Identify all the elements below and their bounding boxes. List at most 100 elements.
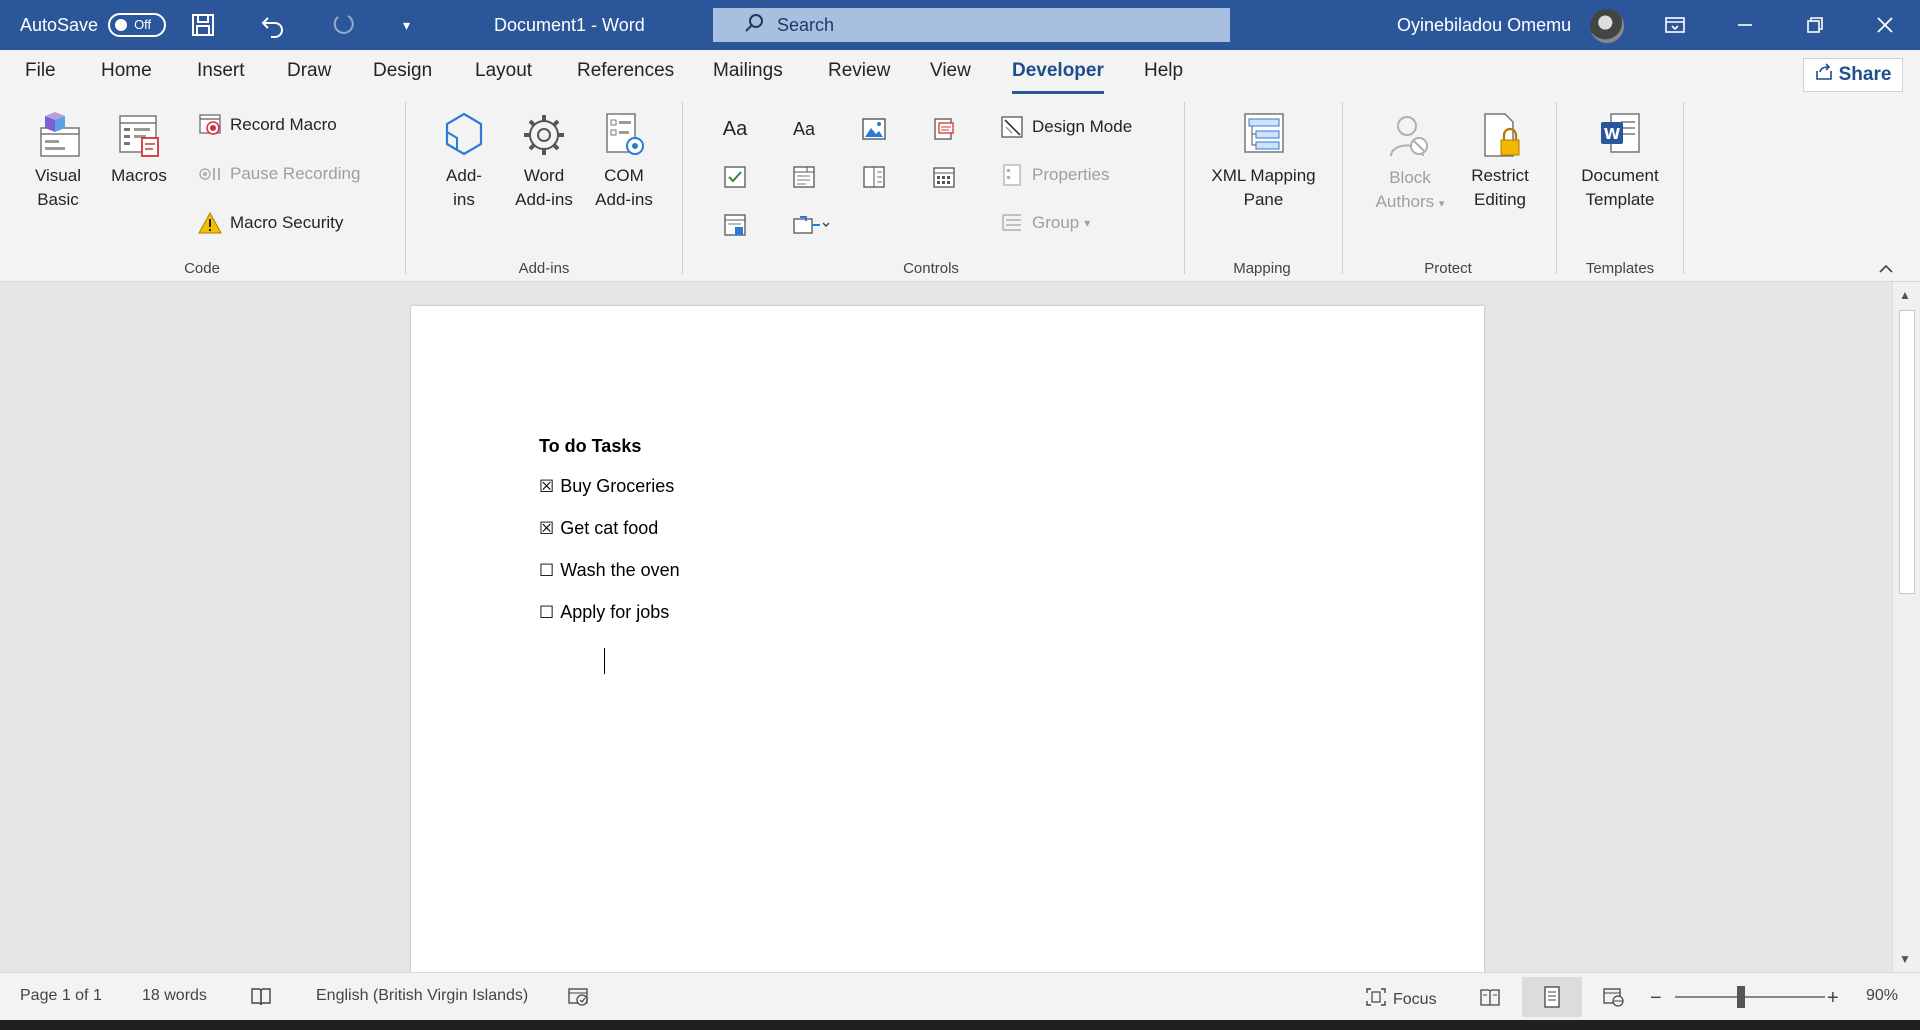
restore-icon[interactable] bbox=[1780, 0, 1850, 50]
tab-insert[interactable]: Insert bbox=[197, 60, 245, 82]
date-picker-control-icon[interactable] bbox=[927, 160, 961, 194]
search-box[interactable]: Search bbox=[713, 8, 1230, 42]
add-ins-button[interactable]: Add- ins bbox=[428, 110, 500, 212]
zoom-slider-track[interactable] bbox=[1675, 996, 1825, 998]
combo-box-control-icon[interactable] bbox=[787, 160, 821, 194]
group-button[interactable]: Group ▾ bbox=[1000, 208, 1090, 238]
document-template-button[interactable]: W Document Template bbox=[1568, 110, 1672, 212]
zoom-in-icon[interactable]: + bbox=[1827, 987, 1839, 1010]
repeating-section-control-icon[interactable] bbox=[718, 208, 752, 242]
autosave-toggle[interactable]: Off bbox=[108, 13, 167, 37]
print-layout-icon[interactable] bbox=[1522, 977, 1582, 1017]
add-ins-icon bbox=[439, 110, 489, 160]
picture-content-control-icon[interactable] bbox=[857, 112, 891, 146]
design-mode-label: Design Mode bbox=[1032, 117, 1133, 136]
visual-basic-button[interactable]: Visual Basic bbox=[22, 110, 94, 212]
focus-icon bbox=[1365, 987, 1387, 1012]
tab-developer[interactable]: Developer bbox=[1012, 60, 1104, 94]
document-page[interactable]: To do Tasks ☒ Buy Groceries ☒ Get cat fo… bbox=[411, 306, 1484, 986]
focus-label: Focus bbox=[1393, 990, 1437, 1008]
record-macro-button[interactable]: Record Macro bbox=[198, 110, 337, 140]
legacy-tools-icon[interactable] bbox=[787, 208, 837, 242]
block-authors-button[interactable]: Block Authors ▾ bbox=[1360, 112, 1460, 216]
document-template-label-line1: Document bbox=[1581, 166, 1659, 185]
read-mode-icon[interactable] bbox=[1460, 977, 1520, 1017]
design-mode-button[interactable]: Design Mode bbox=[1000, 112, 1132, 142]
avatar[interactable] bbox=[1590, 9, 1624, 43]
save-icon[interactable] bbox=[190, 0, 216, 50]
macro-security-button[interactable]: Macro Security bbox=[198, 208, 343, 238]
scroll-up-icon[interactable]: ▲ bbox=[1899, 288, 1911, 302]
taskbar-strip bbox=[0, 1020, 1920, 1030]
proofing-icon[interactable] bbox=[250, 987, 272, 1007]
checked-checkbox[interactable]: ☒ bbox=[539, 477, 554, 497]
macros-icon bbox=[114, 110, 164, 160]
group-divider bbox=[1556, 102, 1557, 274]
word-add-ins-button[interactable]: Word Add-ins bbox=[508, 110, 580, 212]
text-cursor bbox=[604, 648, 605, 674]
macros-button[interactable]: Macros bbox=[103, 110, 175, 188]
undo-icon[interactable] bbox=[260, 0, 286, 50]
record-macro-label: Record Macro bbox=[230, 115, 337, 134]
task-label: Wash the oven bbox=[560, 560, 680, 580]
redo-icon[interactable] bbox=[330, 0, 356, 50]
controls-group-label: Controls bbox=[903, 260, 959, 277]
protect-group-label: Protect bbox=[1424, 260, 1472, 277]
zoom-percentage[interactable]: 90% bbox=[1866, 987, 1898, 1005]
toggle-knob bbox=[115, 19, 128, 31]
tab-home[interactable]: Home bbox=[101, 60, 152, 82]
drop-down-list-control-icon[interactable] bbox=[857, 160, 891, 194]
language-indicator[interactable]: English (British Virgin Islands) bbox=[316, 987, 528, 1005]
tab-help[interactable]: Help bbox=[1144, 60, 1183, 82]
xml-mapping-pane-button[interactable]: XML Mapping Pane bbox=[1200, 110, 1327, 212]
building-block-control-icon[interactable] bbox=[927, 112, 961, 146]
customize-qat-icon[interactable]: ▾ bbox=[403, 0, 410, 50]
vertical-scrollbar[interactable]: ▲ ▼ bbox=[1892, 282, 1920, 972]
rich-text-content-control-icon[interactable]: Aa bbox=[718, 112, 752, 146]
add-ins-label-line1: Add- bbox=[446, 166, 482, 185]
accessibility-icon[interactable] bbox=[568, 987, 590, 1007]
page-count[interactable]: Page 1 of 1 bbox=[20, 987, 102, 1005]
ribbon-display-options-icon[interactable] bbox=[1640, 0, 1710, 50]
user-name[interactable]: Oyinebiladou Omemu bbox=[1397, 0, 1571, 50]
visual-basic-label-line1: Visual bbox=[35, 166, 81, 185]
properties-button[interactable]: Properties bbox=[1000, 160, 1109, 190]
tab-layout[interactable]: Layout bbox=[475, 60, 532, 82]
scroll-thumb[interactable] bbox=[1899, 310, 1915, 594]
share-label: Share bbox=[1838, 64, 1892, 85]
check-box-control-icon[interactable] bbox=[718, 160, 752, 194]
checked-checkbox[interactable]: ☒ bbox=[539, 519, 554, 539]
ribbon: Visual Basic Macros Record Macro Pause R… bbox=[0, 96, 1920, 282]
minimize-icon[interactable] bbox=[1710, 0, 1780, 50]
tab-file[interactable]: File bbox=[25, 60, 56, 82]
group-label: Group bbox=[1032, 213, 1080, 232]
tab-draw[interactable]: Draw bbox=[287, 60, 331, 82]
tab-design[interactable]: Design bbox=[373, 60, 432, 82]
autosave-control[interactable]: AutoSave Off bbox=[20, 0, 167, 50]
restrict-editing-button[interactable]: Restrict Editing bbox=[1460, 110, 1540, 212]
focus-button[interactable]: Focus bbox=[1365, 987, 1437, 1012]
zoom-slider-thumb[interactable] bbox=[1737, 986, 1745, 1008]
com-add-ins-button[interactable]: COM Add-ins bbox=[588, 110, 660, 212]
visual-basic-label-line2: Basic bbox=[37, 190, 79, 209]
properties-icon bbox=[1000, 163, 1024, 187]
unchecked-checkbox[interactable]: ☐ bbox=[539, 603, 554, 623]
share-button[interactable]: Share bbox=[1803, 58, 1903, 92]
zoom-out-icon[interactable]: − bbox=[1650, 987, 1662, 1010]
scroll-down-icon[interactable]: ▼ bbox=[1899, 952, 1911, 966]
pause-recording-button[interactable]: Pause Recording bbox=[198, 159, 360, 189]
tab-references[interactable]: References bbox=[577, 60, 674, 82]
plain-text-content-control-icon[interactable]: Aa bbox=[787, 112, 821, 146]
tab-review[interactable]: Review bbox=[828, 60, 890, 82]
collapse-ribbon-icon[interactable] bbox=[1878, 258, 1894, 279]
word-add-ins-label-line1: Word bbox=[523, 166, 565, 185]
tab-view[interactable]: View bbox=[930, 60, 971, 82]
unchecked-checkbox[interactable]: ☐ bbox=[539, 561, 554, 581]
code-group-label: Code bbox=[184, 260, 220, 277]
tab-mailings[interactable]: Mailings bbox=[713, 60, 783, 82]
record-macro-icon bbox=[198, 113, 222, 137]
task-item: ☒ Get cat food bbox=[539, 518, 658, 539]
close-icon[interactable] bbox=[1850, 0, 1920, 50]
word-count[interactable]: 18 words bbox=[142, 987, 207, 1005]
web-layout-icon[interactable] bbox=[1584, 977, 1644, 1017]
